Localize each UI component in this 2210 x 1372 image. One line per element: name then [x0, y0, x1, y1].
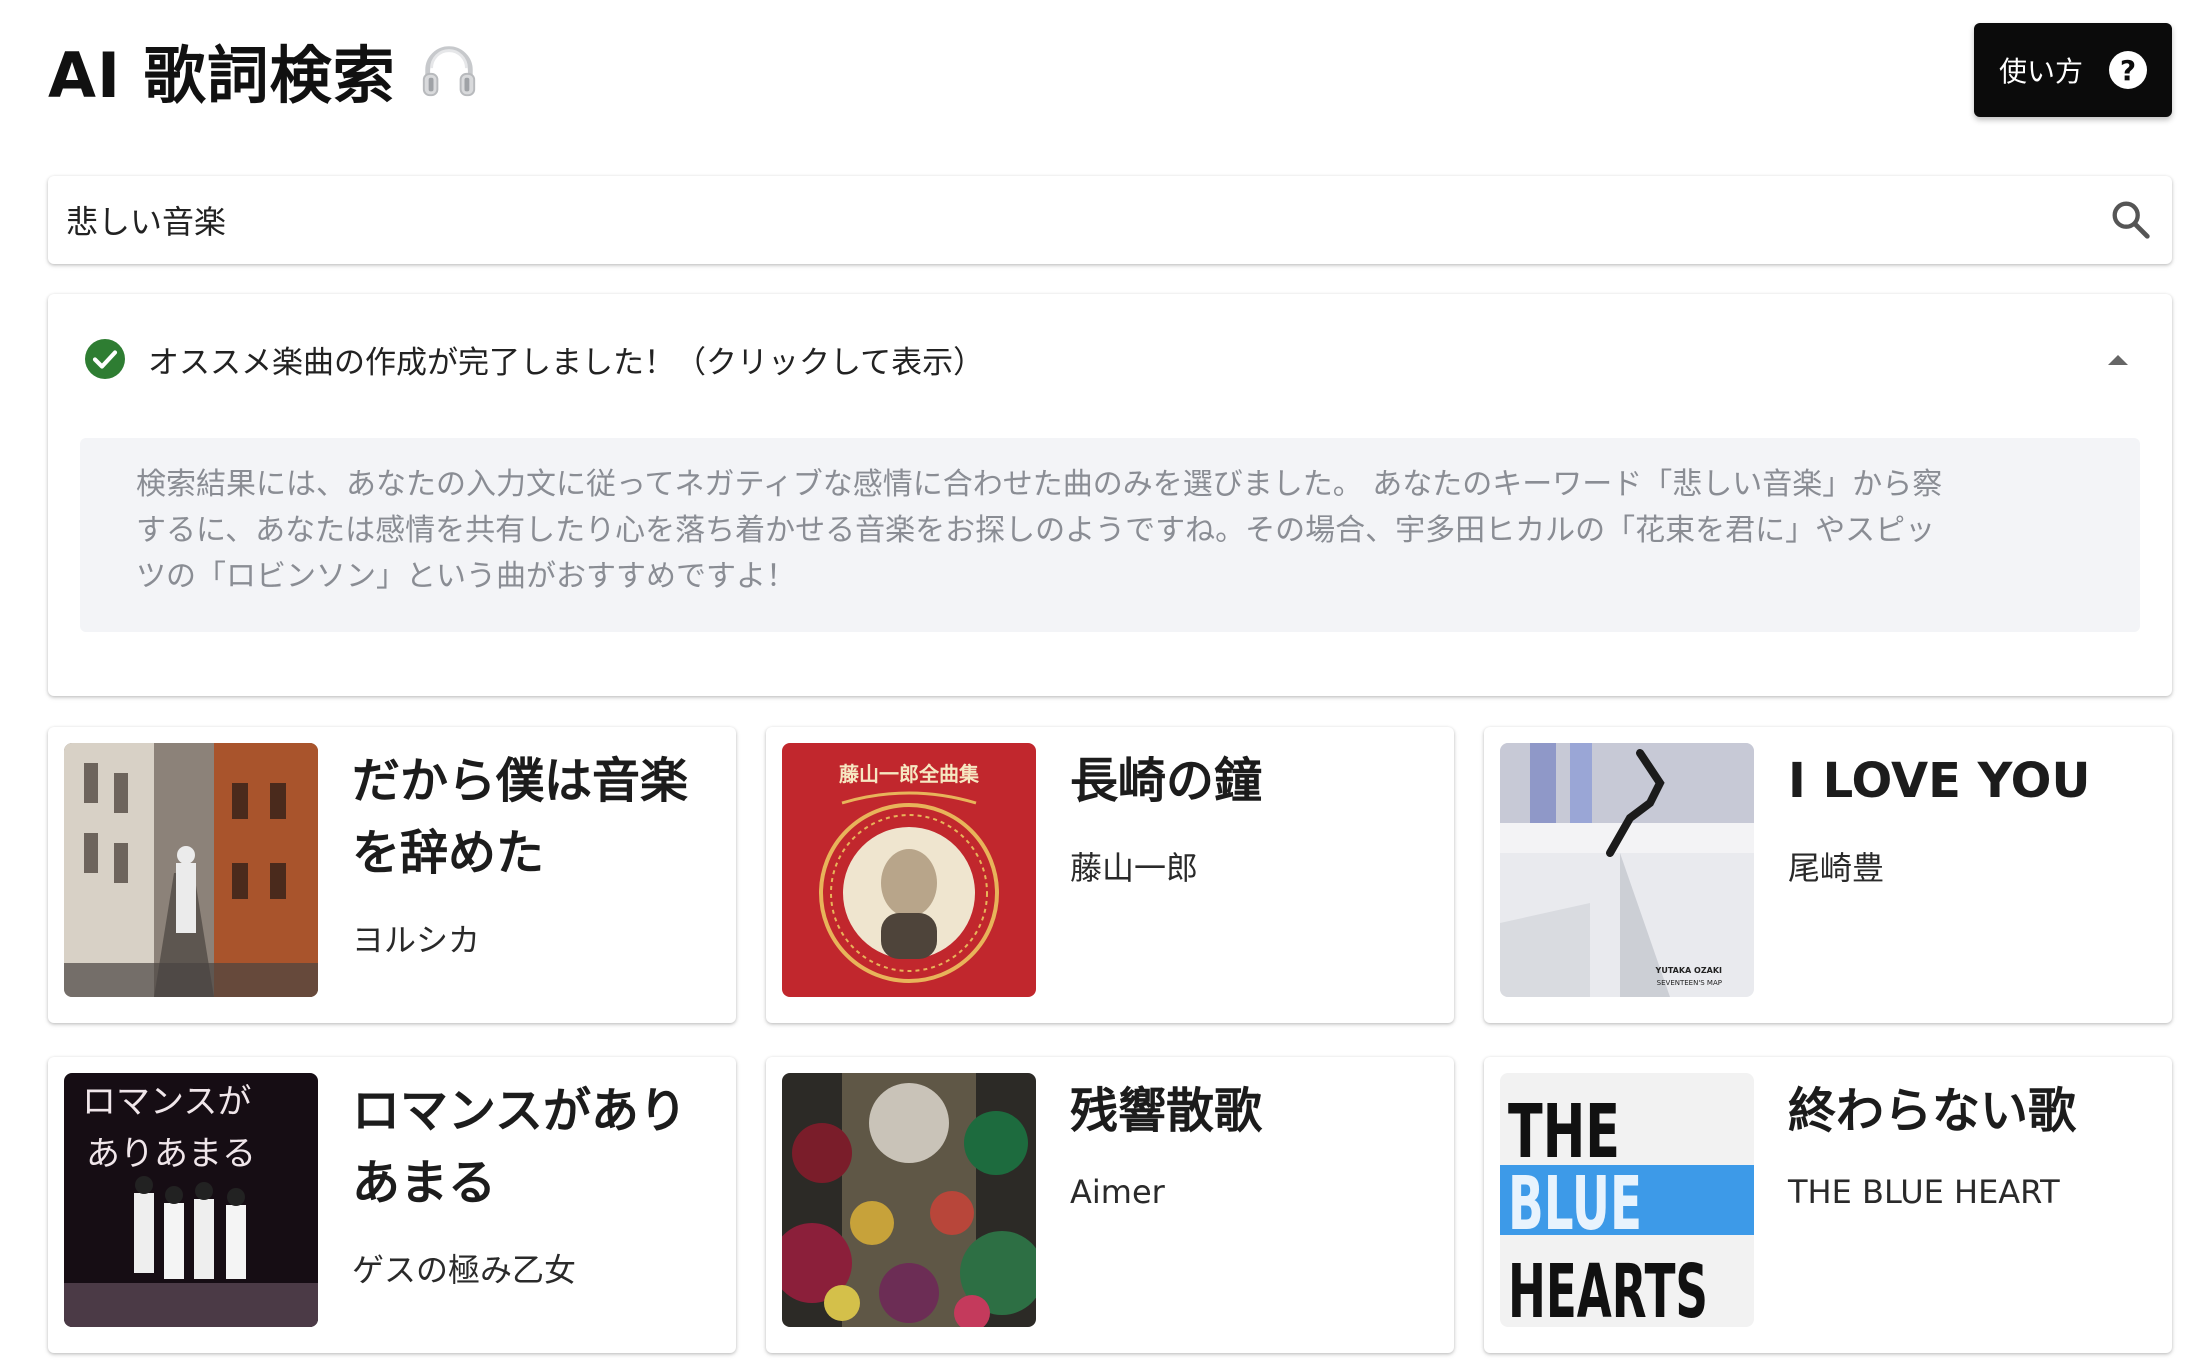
cover-text: ありあまる [86, 1134, 256, 1174]
chevron-up-icon[interactable] [2106, 352, 2130, 366]
album-cover [64, 743, 318, 997]
headphones-icon [418, 39, 480, 101]
song-title: 長崎の鐘 [1070, 745, 1430, 817]
cover-text: HEARTS [1508, 1249, 1708, 1327]
song-card[interactable]: THE BLUE HEARTS 終わらない歌 THE BLUE HEART [1484, 1057, 2172, 1353]
song-title-line: 残響散歌 [1070, 1083, 1263, 1139]
song-title: I LOVE YOU [1788, 745, 2148, 817]
help-label: 使い方 [1998, 55, 2083, 88]
header: AI 歌詞検索 使い方 ? [48, 20, 2172, 120]
album-cover: YUTAKA OZAKI SEVENTEEN'S MAP [1500, 743, 1754, 997]
song-title-line: を辞めた [352, 825, 545, 881]
song-card[interactable]: YUTAKA OZAKI SEVENTEEN'S MAP I LOVE YOU … [1484, 727, 2172, 1023]
cover-text: YUTAKA OZAKI [1655, 966, 1722, 975]
song-title-line: ロマンスがあり [352, 1083, 688, 1139]
song-title-line: 終わらない歌 [1788, 1083, 2077, 1139]
cover-text: BLUE [1508, 1161, 1642, 1247]
song-artist: ゲスの極み乙女 [352, 1251, 577, 1289]
cover-text: 藤山一郎全曲集 [838, 762, 980, 786]
recommendation-panel: オススメ楽曲の作成が完了しました！（クリックして表示） 検索結果には、あなたの入… [48, 294, 2172, 696]
search-input[interactable] [66, 201, 2108, 239]
song-title-line: あまる [352, 1155, 497, 1211]
recommendation-message: 検索結果には、あなたの入力文に従ってネガティブな感情に合わせた曲のみを選びました… [80, 438, 2140, 632]
help-button[interactable]: 使い方 ? [1974, 23, 2172, 117]
page: AI 歌詞検索 使い方 ? 悲しい音楽 オススメ楽曲の作成が完了しました！（クリ… [0, 0, 2210, 1372]
cover-text: SEVENTEEN'S MAP [1657, 979, 1722, 987]
song-card[interactable]: ロマンスが ありあまる ロマンスがあり あまる ゲスの極み乙女 [48, 1057, 736, 1353]
recommendation-status: オススメ楽曲の作成が完了しました！（クリックして表示） [148, 344, 985, 381]
song-card[interactable]: だから僕は音楽 を辞めた ヨルシカ [48, 727, 736, 1023]
song-title-line: I LOVE YOU [1788, 753, 2091, 809]
title-group: AI 歌詞検索 [48, 25, 480, 115]
message-line: ツの「ロビンソン」という曲がおすすめですよ！ [136, 559, 796, 594]
search-box [48, 176, 2172, 264]
album-cover [782, 1073, 1036, 1327]
song-title-line: 長崎の鐘 [1070, 753, 1263, 809]
song-artist: 藤山一郎 [1070, 849, 1199, 887]
song-card[interactable]: 藤山一郎全曲集 長崎の鐘 藤山一郎 [766, 727, 1454, 1023]
album-cover: ロマンスが ありあまる [64, 1073, 318, 1327]
song-title: 残響散歌 [1070, 1075, 1430, 1147]
album-cover: THE BLUE HEARTS [1500, 1073, 1754, 1327]
song-artist: ヨルシカ [352, 921, 481, 959]
question-icon: ? [2109, 51, 2147, 89]
cover-text: ロマンスが [82, 1082, 251, 1122]
song-card[interactable]: 残響散歌 Aimer [766, 1057, 1454, 1353]
album-cover: 藤山一郎全曲集 [782, 743, 1036, 997]
song-artist: THE BLUE HEART [1788, 1173, 2060, 1211]
check-circle-icon [84, 338, 126, 380]
song-title: ロマンスがあり あまる [352, 1075, 712, 1219]
song-title: だから僕は音楽 を辞めた [352, 745, 712, 889]
song-artist: Aimer [1070, 1173, 1165, 1211]
song-artist: 尾崎豊 [1788, 849, 1885, 887]
message-line: 検索結果には、あなたの入力文に従ってネガティブな感情に合わせた曲のみを選びました… [136, 467, 1943, 502]
song-title: 終わらない歌 [1788, 1075, 2148, 1147]
song-title-line: だから僕は音楽 [352, 753, 689, 809]
message-line: するに、あなたは感情を共有したり心を落ち着かせる音楽をお探しのようですね。その場… [136, 513, 1936, 548]
app-title: AI 歌詞検索 [48, 39, 396, 112]
recommendation-toggle[interactable]: オススメ楽曲の作成が完了しました！（クリックして表示） [84, 334, 2136, 384]
search-icon[interactable] [2108, 197, 2154, 243]
